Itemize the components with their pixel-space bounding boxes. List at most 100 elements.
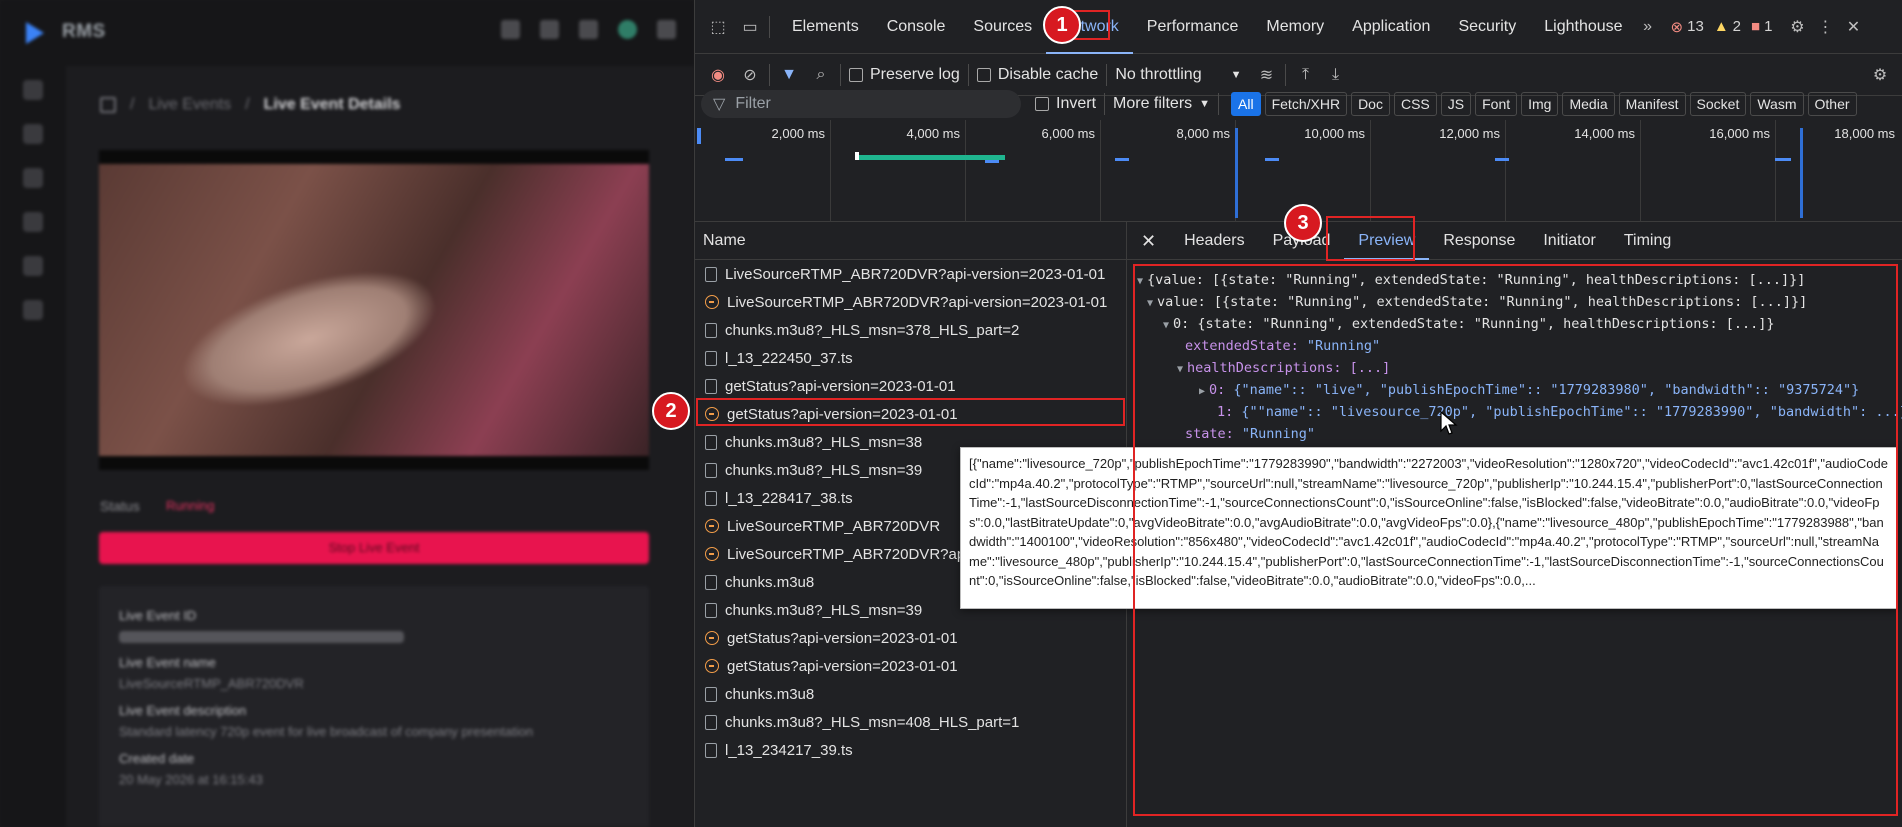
tab-timing[interactable]: Timing [1610, 222, 1685, 260]
grid-icon[interactable] [23, 124, 43, 144]
video-player[interactable] [99, 150, 649, 470]
tab-security[interactable]: Security [1444, 0, 1530, 54]
device-toolbar-icon[interactable]: ▭ [739, 16, 761, 38]
tree-node-state[interactable]: state: "Running" [1185, 426, 1315, 442]
tree-node-root[interactable]: ▼ {value: [{state: "Running", extendedSta… [1137, 272, 1805, 288]
filter-type-all[interactable]: All [1231, 92, 1261, 116]
filter-input[interactable]: ▽ Filter [701, 90, 1021, 118]
request-row[interactable]: chunks.m3u8 [695, 680, 1126, 708]
document-file-icon [705, 434, 717, 450]
issue-counters[interactable]: ⊗ 13 ▲ 2 ■ 1 [1671, 18, 1773, 36]
property-value: {""name":: "livesource_720p", "publishEp… [1241, 404, 1902, 420]
filter-type-other[interactable]: Other [1807, 92, 1857, 116]
bell-icon[interactable] [579, 20, 598, 39]
tree-node-index-0[interactable]: ▼ 0: {state: "Running", extendedState: "R… [1163, 316, 1774, 332]
request-name: getStatus?api-version=2023-01-01 [727, 657, 958, 675]
close-detail-icon[interactable]: ✕ [1127, 222, 1170, 260]
more-filters-dropdown[interactable]: More filters ▼ [1113, 95, 1210, 113]
arrows-icon[interactable] [23, 212, 43, 232]
gridline [1370, 120, 1371, 222]
network-conditions-icon[interactable]: ≋ [1255, 64, 1277, 86]
tab-application[interactable]: Application [1338, 0, 1444, 54]
filter-type-img[interactable]: Img [1521, 92, 1559, 116]
expand-triangle-icon: ▼ [1137, 276, 1144, 287]
waterfall-bar [855, 155, 1005, 160]
invert-checkbox[interactable]: Invert [1035, 95, 1096, 113]
event-description-value: Standard latency 720p event for live bro… [119, 724, 534, 739]
lock-icon[interactable] [23, 168, 43, 188]
preserve-log-checkbox[interactable]: Preserve log [849, 66, 960, 84]
tab-sources[interactable]: Sources [959, 0, 1046, 54]
preserve-log-label: Preserve log [870, 65, 960, 83]
stop-live-event-button[interactable]: Stop Live Event [99, 532, 649, 564]
devtools-tabbar: ⬚ ▭ Elements Console Sources Network Per… [695, 0, 1902, 54]
column-header-name[interactable]: Name [695, 222, 1126, 260]
avatar[interactable] [618, 20, 637, 39]
network-settings-icon[interactable]: ⚙ [1869, 64, 1891, 86]
record-icon[interactable]: ◉ [707, 64, 729, 86]
tab-initiator[interactable]: Initiator [1529, 222, 1609, 260]
timeline-tick: 6,000 ms [1041, 126, 1095, 141]
xhr-request-icon [705, 519, 719, 533]
annotation-badge-1: 1 [1043, 6, 1081, 44]
request-row[interactable]: getStatus?api-version=2023-01-01 [695, 624, 1126, 652]
timeline-tick: 4,000 ms [906, 126, 960, 141]
breadcrumb-parent[interactable]: Live Events [148, 96, 231, 114]
tree-node-health-0[interactable]: ▶ 0: {"name":: "live", "publishEpochTime"… [1199, 382, 1859, 398]
settings-icon[interactable] [23, 256, 43, 276]
tab-preview[interactable]: Preview [1344, 222, 1430, 260]
filter-type-fetch-xhr[interactable]: Fetch/XHR [1264, 92, 1348, 116]
bug-icon[interactable] [540, 20, 559, 39]
tab-headers[interactable]: Headers [1170, 222, 1258, 260]
request-row[interactable]: getStatus?api-version=2023-01-01 [695, 372, 1126, 400]
import-har-icon[interactable]: ⤒ [1294, 64, 1316, 86]
menu-icon[interactable] [657, 20, 676, 39]
filter-type-css[interactable]: CSS [1393, 92, 1437, 116]
property-key: state: [1185, 426, 1242, 442]
tree-node-extended-state[interactable]: extendedState: "Running" [1185, 338, 1380, 354]
clear-icon[interactable]: ⊘ [739, 64, 761, 86]
inspect-element-icon[interactable]: ⬚ [707, 16, 729, 38]
more-tabs-icon[interactable]: » [1637, 16, 1659, 38]
tab-console[interactable]: Console [873, 0, 960, 54]
tree-node-health-descriptions[interactable]: ▼ healthDescriptions: [...] [1177, 360, 1390, 376]
filter-type-js[interactable]: JS [1440, 92, 1472, 116]
topbar-icons [501, 20, 676, 39]
video-frame [168, 246, 450, 432]
tree-node-health-1[interactable]: 1: {""name":: "livesource_720p", "publis… [1217, 404, 1902, 420]
filter-type-manifest[interactable]: Manifest [1618, 92, 1686, 116]
divider [967, 63, 969, 86]
filter-type-font[interactable]: Font [1475, 92, 1518, 116]
request-row[interactable]: l_13_222450_37.ts [695, 344, 1126, 372]
request-row[interactable]: chunks.m3u8?_HLS_msn=408_HLS_part=1 [695, 708, 1126, 736]
request-row[interactable]: getStatus?api-version=2023-01-01 [695, 400, 1126, 428]
settings-gear-icon[interactable]: ⚙ [1786, 16, 1808, 38]
request-row[interactable]: LiveSourceRTMP_ABR720DVR?api-version=202… [695, 260, 1126, 288]
request-row[interactable]: LiveSourceRTMP_ABR720DVR?api-version=202… [695, 288, 1126, 316]
close-devtools-icon[interactable]: ✕ [1842, 16, 1864, 38]
copy-icon[interactable] [23, 80, 43, 100]
export-har-icon[interactable]: ⤓ [1324, 64, 1346, 86]
tab-performance[interactable]: Performance [1133, 0, 1253, 54]
filter-type-media[interactable]: Media [1562, 92, 1615, 116]
search-icon[interactable]: ⌕ [810, 64, 832, 86]
tab-lighthouse[interactable]: Lighthouse [1530, 0, 1636, 54]
document-icon[interactable] [501, 20, 520, 39]
filter-type-socket[interactable]: Socket [1689, 92, 1747, 116]
key-icon[interactable] [23, 300, 43, 320]
tab-response[interactable]: Response [1429, 222, 1529, 260]
request-row[interactable]: getStatus?api-version=2023-01-01 [695, 652, 1126, 680]
kebab-menu-icon[interactable]: ⋮ [1814, 16, 1836, 38]
tab-memory[interactable]: Memory [1252, 0, 1338, 54]
filter-type-doc[interactable]: Doc [1351, 92, 1390, 116]
checkbox-box [1035, 97, 1049, 111]
throttling-select[interactable]: No throttling ▼ [1115, 66, 1241, 84]
tab-elements[interactable]: Elements [778, 0, 873, 54]
home-icon[interactable] [100, 97, 116, 113]
request-row[interactable]: l_13_234217_39.ts [695, 736, 1126, 764]
filter-type-wasm[interactable]: Wasm [1750, 92, 1804, 116]
disable-cache-checkbox[interactable]: Disable cache [976, 66, 1098, 84]
tree-node-value[interactable]: ▼ value: [{state: "Running", extendedStat… [1147, 294, 1807, 310]
filter-funnel-icon[interactable]: ▼ [778, 64, 800, 86]
request-row[interactable]: chunks.m3u8?_HLS_msn=378_HLS_part=2 [695, 316, 1126, 344]
